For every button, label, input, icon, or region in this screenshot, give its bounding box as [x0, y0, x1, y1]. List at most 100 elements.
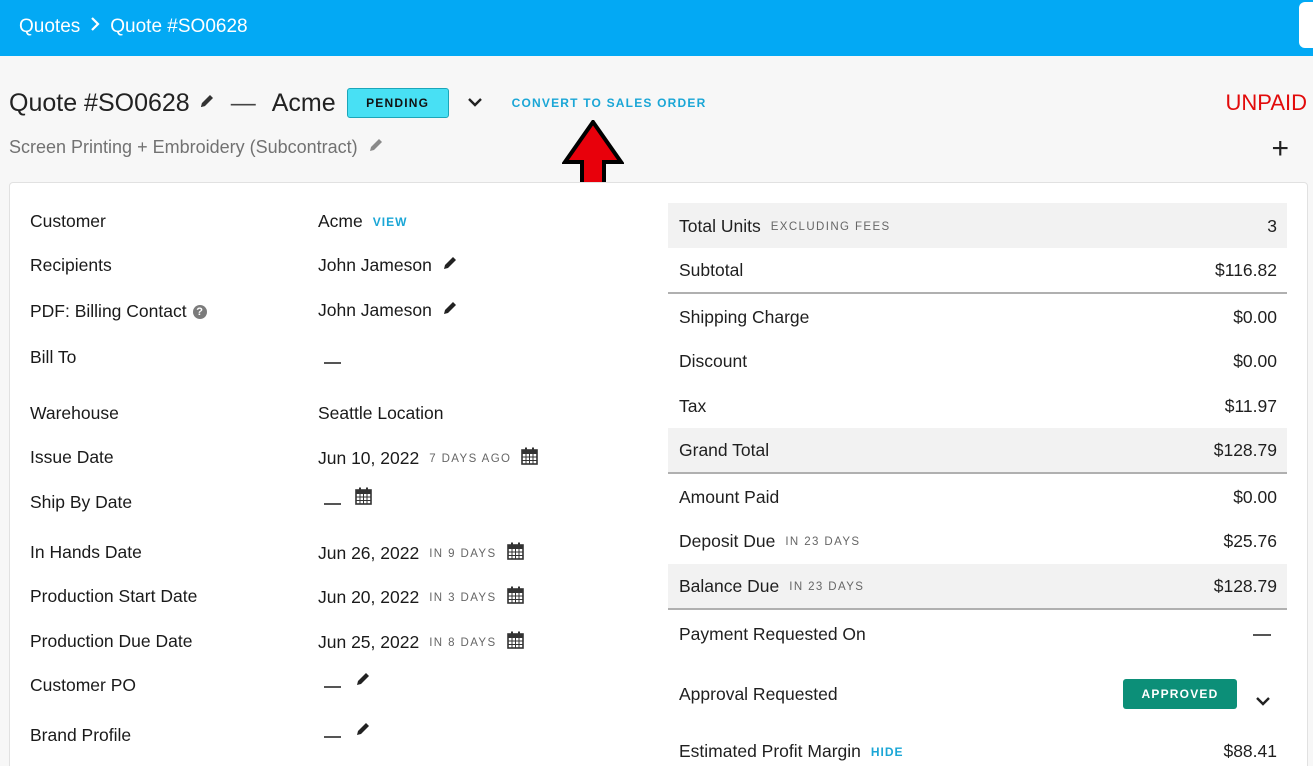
production-due-label: Production Due Date	[30, 631, 193, 651]
billing-contact-row: PDF: Billing Contact ? John Jameson	[30, 300, 650, 331]
tax-label: Tax	[679, 396, 707, 416]
payment-requested-row: Payment Requested On	[668, 610, 1287, 660]
pencil-icon[interactable]	[355, 721, 371, 742]
issue-date-value: Jun 10, 2022	[318, 448, 420, 468]
subtotal-label: Subtotal	[679, 260, 744, 280]
warehouse-row: Warehouse Seattle Location	[30, 403, 650, 433]
subtitle-row: Screen Printing + Embroidery (Subcontrac…	[9, 137, 384, 158]
balance-due-value: $128.79	[1213, 576, 1277, 596]
title-row: Quote #SO0628 — Acme PENDING CONVERT TO …	[9, 86, 706, 120]
approval-requested-label: Approval Requested	[679, 684, 838, 704]
calendar-icon[interactable]	[521, 447, 539, 470]
total-units-row: Total Units EXCLUDING FEES 3	[668, 203, 1287, 248]
deposit-due-label: Deposit Due	[679, 531, 776, 551]
tax-value: $11.97	[1224, 396, 1277, 416]
recipients-value: John Jameson	[318, 255, 432, 275]
ship-by-date-row: Ship By Date	[30, 487, 650, 522]
recipients-label: Recipients	[30, 255, 112, 275]
customer-po-label: Customer PO	[30, 675, 136, 695]
quote-subtitle: Screen Printing + Embroidery (Subcontrac…	[9, 137, 358, 157]
issue-date-relative: 7 DAYS AGO	[429, 452, 512, 465]
pencil-icon[interactable]	[442, 300, 458, 321]
chevron-down-icon[interactable]	[467, 94, 483, 112]
bill-to-empty-dash	[324, 362, 341, 364]
warehouse-label: Warehouse	[30, 403, 119, 423]
view-customer-link[interactable]: VIEW	[373, 215, 408, 229]
issue-date-label: Issue Date	[30, 447, 114, 467]
shipping-row: Shipping Charge $0.00	[668, 294, 1287, 339]
hide-profit-margin-link[interactable]: HIDE	[871, 745, 904, 759]
issue-date-row: Issue Date Jun 10, 2022 7 DAYS AGO	[30, 447, 650, 477]
calendar-icon[interactable]	[506, 586, 524, 609]
production-start-relative: IN 3 DAYS	[429, 591, 497, 604]
production-start-label: Production Start Date	[30, 586, 198, 606]
shipping-label: Shipping Charge	[679, 307, 810, 327]
balance-due-label: Balance Due	[679, 576, 780, 596]
chevron-down-icon[interactable]	[1255, 690, 1271, 711]
breadcrumb-quotes-link[interactable]: Quotes	[19, 16, 80, 38]
billing-contact-value: John Jameson	[318, 300, 432, 320]
help-icon[interactable]: ?	[192, 304, 207, 319]
payment-requested-empty-dash	[1253, 634, 1271, 636]
customer-row: Customer Acme VIEW	[30, 211, 650, 241]
breadcrumb: Quotes Quote #SO0628	[19, 16, 248, 38]
production-due-relative: IN 8 DAYS	[429, 636, 497, 649]
amount-paid-label: Amount Paid	[679, 487, 780, 507]
deposit-due-row: Deposit Due IN 23 DAYS $25.76	[668, 519, 1287, 564]
approval-requested-row: Approval Requested APPROVED	[668, 665, 1287, 725]
top-bar: Quotes Quote #SO0628	[0, 0, 1313, 56]
warehouse-value[interactable]: Seattle Location	[318, 403, 444, 424]
convert-to-sales-order-button[interactable]: CONVERT TO SALES ORDER	[512, 96, 707, 110]
approval-status-badge[interactable]: APPROVED	[1123, 679, 1237, 709]
bill-to-label: Bill To	[30, 347, 77, 367]
customer-po-row: Customer PO	[30, 673, 650, 705]
deposit-due-note: IN 23 DAYS	[785, 535, 861, 548]
pencil-icon[interactable]	[199, 93, 215, 114]
plus-icon[interactable]: +	[1271, 134, 1289, 164]
status-badge[interactable]: PENDING	[346, 88, 449, 118]
profit-margin-value: $88.41	[1223, 741, 1277, 761]
profit-margin-row: Estimated Profit Margin HIDE $88.41	[668, 730, 1287, 766]
billing-contact-label: PDF: Billing Contact	[30, 301, 187, 321]
total-units-note: EXCLUDING FEES	[770, 220, 891, 233]
total-units-label: Total Units	[679, 216, 761, 236]
calendar-icon[interactable]	[355, 487, 372, 510]
chevron-right-icon	[90, 16, 100, 38]
grand-total-value: $128.79	[1213, 440, 1277, 460]
in-hands-date-value: Jun 26, 2022	[318, 543, 420, 563]
grand-total-label: Grand Total	[679, 440, 770, 460]
customer-po-empty-dash	[324, 685, 341, 688]
tax-row: Tax $11.97	[668, 384, 1287, 428]
ship-by-date-label: Ship By Date	[30, 492, 133, 512]
calendar-icon[interactable]	[506, 542, 524, 565]
deposit-due-value: $25.76	[1223, 531, 1277, 551]
in-hands-date-relative: IN 9 DAYS	[429, 547, 497, 560]
recipients-row: Recipients John Jameson	[30, 255, 650, 285]
page-title: Quote #SO0628	[9, 88, 190, 117]
subtotal-value: $116.82	[1215, 260, 1277, 280]
payment-requested-label: Payment Requested On	[679, 624, 866, 644]
discount-row: Discount $0.00	[668, 339, 1287, 384]
breadcrumb-current: Quote #SO0628	[110, 16, 248, 37]
discount-value: $0.00	[1233, 351, 1277, 371]
grand-total-row: Grand Total $128.79	[668, 428, 1287, 472]
shipping-value: $0.00	[1233, 307, 1277, 327]
production-start-value: Jun 20, 2022	[318, 587, 420, 607]
amount-paid-value: $0.00	[1233, 487, 1277, 507]
brand-profile-row: Brand Profile	[30, 723, 650, 755]
topbar-corner-button[interactable]	[1299, 2, 1313, 48]
pencil-icon[interactable]	[355, 671, 371, 692]
customer-label: Customer	[30, 211, 106, 231]
ship-by-empty-dash	[324, 502, 341, 505]
pencil-icon[interactable]	[368, 137, 384, 158]
profit-margin-label: Estimated Profit Margin	[679, 741, 861, 761]
bill-to-row: Bill To	[30, 347, 650, 377]
balance-due-row: Balance Due IN 23 DAYS $128.79	[668, 564, 1287, 608]
subtotal-row: Subtotal $116.82	[668, 248, 1287, 292]
amount-paid-row: Amount Paid $0.00	[668, 474, 1287, 519]
payment-status: UNPAID	[1225, 90, 1308, 115]
in-hands-date-row: In Hands Date Jun 26, 2022 IN 9 DAYS	[30, 542, 650, 572]
pencil-icon[interactable]	[442, 255, 458, 276]
customer-value: Acme	[318, 211, 363, 231]
calendar-icon[interactable]	[506, 631, 524, 654]
